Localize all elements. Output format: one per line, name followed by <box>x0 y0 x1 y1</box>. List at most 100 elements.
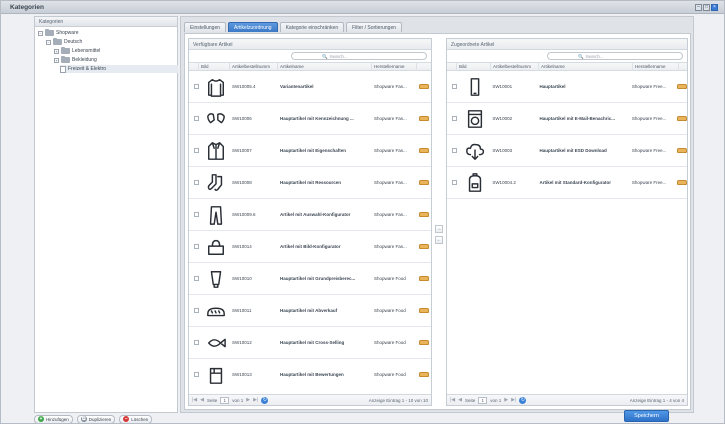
manufacturer: Shopware Free... <box>631 180 667 185</box>
table-row[interactable]: SW10012 Hauptartikel mit Cross-Selling Sho… <box>189 327 431 359</box>
search-input[interactable]: 🔍 Search... <box>547 52 683 60</box>
manufacturer: Shopware Fas... <box>374 148 407 153</box>
edit-icon[interactable] <box>419 244 429 249</box>
table-row[interactable]: SW10010 Hauptartikel mit Grundpreisberec.… <box>189 263 431 295</box>
column-number[interactable]: Artikelbestellnumm <box>491 62 539 71</box>
collapse-icon[interactable]: − <box>38 30 43 36</box>
table-row[interactable]: SW10011 Hauptartikel mit Abverkauf Shopwar… <box>189 295 431 327</box>
refresh-icon[interactable]: ↻ <box>261 396 269 404</box>
edit-icon[interactable] <box>419 148 429 153</box>
edit-icon[interactable] <box>419 116 429 121</box>
duplicate-button[interactable]: ⧉ Duplizieren <box>76 414 116 423</box>
article-name: Hauptartikel mit Grundpreisberec... <box>280 276 356 281</box>
expand-icon[interactable]: + <box>54 57 59 63</box>
edit-icon[interactable] <box>419 276 429 281</box>
expand-icon[interactable]: + <box>54 48 59 54</box>
manufacturer: Shopware Food <box>374 372 406 377</box>
table-row[interactable]: SW10003 Hauptartikel mit ESD Download Shop… <box>447 135 687 167</box>
first-page-button[interactable]: |◀ <box>192 397 197 403</box>
article-name: Hauptartikel mit Bewertungen <box>280 372 344 377</box>
table-row[interactable]: SW10013 Hauptartikel mit Bewertungen Shopw… <box>189 359 431 385</box>
edit-icon[interactable] <box>419 340 429 345</box>
column-number[interactable]: Artikelbestellnumm <box>230 62 278 71</box>
table-row[interactable]: SW10007 Hauptartikel mit Eigenschaften Sho… <box>189 135 431 167</box>
gloves-icon <box>206 112 225 123</box>
manufacturer: Shopware Fas... <box>374 244 407 249</box>
article-number: SW10004.2 <box>492 180 516 185</box>
tree-node-bekleidung[interactable]: + Bekleidung <box>54 56 97 64</box>
article-number: SW10001 <box>492 84 513 89</box>
last-page-button[interactable]: ▶| <box>253 397 258 403</box>
column-bild[interactable]: Bild <box>457 62 491 71</box>
maximize-button[interactable]: □ <box>703 4 710 11</box>
bag-icon <box>207 239 224 255</box>
edit-icon[interactable] <box>419 84 429 89</box>
tab-kategorie-einschraenken[interactable]: Kategorie einschränken <box>279 22 345 32</box>
table-row[interactable]: SW10004.2 Artikel mit Standard-Konfigurat… <box>447 167 687 199</box>
next-page-button[interactable]: ▶ <box>246 397 250 403</box>
article-name: Artikel mit Bild-Konfigurator <box>280 244 341 249</box>
save-button[interactable]: Speichern <box>624 410 669 422</box>
tree-node-shopware[interactable]: − Shopware <box>38 29 79 37</box>
article-number: SW10014 <box>232 244 252 249</box>
minus-icon: − <box>123 416 130 422</box>
column-maker[interactable]: Herstellername <box>633 62 679 71</box>
prev-page-button[interactable]: ◀ <box>458 397 462 403</box>
add-button[interactable]: + Hinzufügen <box>34 414 73 423</box>
tree-node-lebensmittel[interactable]: + Lebensmittel <box>54 47 100 55</box>
delete-button[interactable]: − Löschen <box>119 414 153 423</box>
table-row[interactable]: SW10002 Hauptartikel mit E-Mail-Benachric… <box>447 103 687 135</box>
select-all-column[interactable] <box>447 62 457 71</box>
prev-page-button[interactable]: ◀ <box>200 397 204 403</box>
article-number: SW10010 <box>232 276 252 281</box>
first-page-button[interactable]: |◀ <box>450 397 455 403</box>
manufacturer: Shopware Free... <box>631 84 667 89</box>
search-input[interactable]: 🔍 Search... <box>291 52 427 60</box>
table-row[interactable]: SW10005.4 Variantenartikel Shopware Fas... <box>189 71 431 103</box>
page-input[interactable]: 1 <box>220 396 230 404</box>
tab-bar: Einstellungen Artikelzuordnung Kategorie… <box>184 22 403 32</box>
move-right-arrow-icon[interactable]: → <box>435 225 443 233</box>
edit-icon[interactable] <box>677 116 687 121</box>
edit-icon[interactable] <box>677 84 687 89</box>
edit-icon[interactable] <box>677 180 687 185</box>
tree-node-deutsch[interactable]: − Deutsch <box>46 38 82 46</box>
collapse-icon[interactable]: − <box>46 39 51 45</box>
transfer-buttons: → ← <box>435 225 443 244</box>
article-number: SW10002 <box>492 116 513 121</box>
category-tree-panel: Kategorien − Shopware − Deutsch + Lebens… <box>34 16 178 413</box>
table-row[interactable]: SW10014 Artikel mit Bild-Konfigurator Shop… <box>189 231 431 263</box>
manufacturer: Shopware Fas... <box>374 116 407 121</box>
product-image <box>457 76 490 98</box>
edit-icon[interactable] <box>419 212 429 217</box>
next-page-button[interactable]: ▶ <box>504 397 508 403</box>
close-button[interactable]: × <box>711 4 718 11</box>
manufacturer: Shopware Fas... <box>374 212 407 217</box>
edit-icon[interactable] <box>419 372 429 377</box>
select-all-column[interactable] <box>189 62 199 71</box>
article-name: Hauptartikel mit E-Mail-Benachric... <box>539 116 616 121</box>
article-number: SW10008 <box>232 180 252 185</box>
tab-einstellungen[interactable]: Einstellungen <box>184 22 227 32</box>
table-row[interactable]: SW10008 Hauptartikel mit Ressourcen Shopwa… <box>189 167 431 199</box>
assignment-content: Verfügbare Artikel 🔍 Search... Bild Arti… <box>184 33 691 410</box>
column-name[interactable]: Artikelname <box>539 62 633 71</box>
last-page-button[interactable]: ▶| <box>511 397 516 403</box>
minimize-button[interactable]: – <box>695 4 702 11</box>
tree-node-freizeit-elektro[interactable]: Freizeit & Elektro <box>60 65 178 73</box>
edit-icon[interactable] <box>419 180 429 185</box>
table-row[interactable]: SW10009.6 Artikel mit Auswahl-Konfigurato… <box>189 199 431 231</box>
edit-icon[interactable] <box>677 148 687 153</box>
page-input[interactable]: 1 <box>478 396 488 404</box>
column-bild[interactable]: Bild <box>199 62 230 71</box>
column-name[interactable]: Artikelname <box>278 62 372 71</box>
edit-icon[interactable] <box>419 308 429 313</box>
table-row[interactable]: SW10001 Hauptartikel Shopware Free... <box>447 71 687 103</box>
tab-filter-sortierungen[interactable]: Filter / Sortierungen <box>346 22 403 32</box>
tab-artikelzuordnung[interactable]: Artikelzuordnung <box>228 22 278 32</box>
move-left-arrow-icon[interactable]: ← <box>435 236 443 244</box>
table-row[interactable]: SW10006 Hauptartikel mit Kennzeichnung ..… <box>189 103 431 135</box>
refresh-icon[interactable]: ↻ <box>519 396 527 404</box>
column-maker[interactable]: Herstellername <box>372 62 417 71</box>
manufacturer: Shopware Food <box>374 276 406 281</box>
